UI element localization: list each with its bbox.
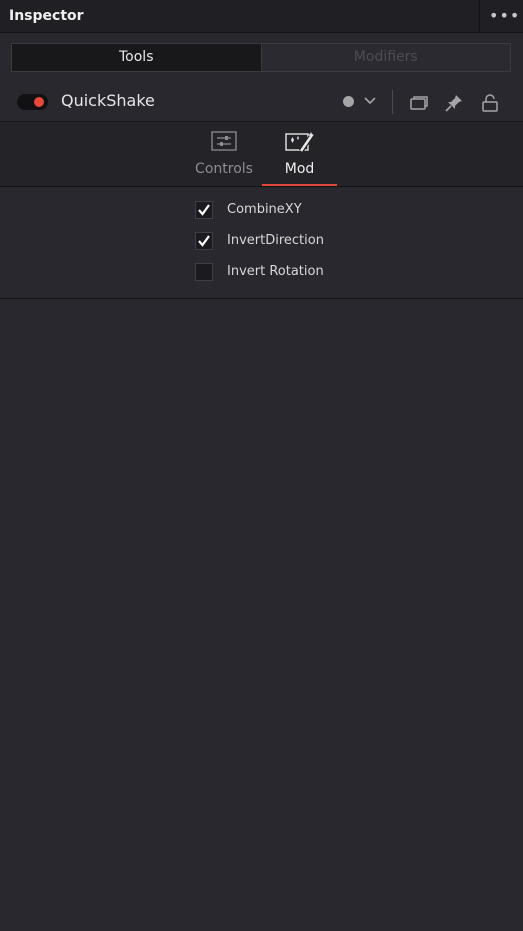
tab-mod[interactable]: Mod — [262, 122, 337, 186]
tab-controls[interactable]: Controls — [190, 122, 258, 186]
combinexy-checkbox[interactable] — [195, 201, 213, 219]
header-divider — [392, 90, 393, 114]
mod-controls: CombineXY InvertDirection Invert Rotatio… — [0, 188, 523, 298]
titlebar-divider — [479, 0, 480, 33]
divider-tabs — [0, 186, 523, 187]
chevron-down-icon[interactable] — [363, 94, 377, 108]
invert-rotation-checkbox[interactable] — [195, 263, 213, 281]
combinexy-label: CombineXY — [227, 202, 302, 217]
pin-icon[interactable] — [444, 93, 464, 113]
checkmark-icon — [198, 235, 210, 247]
invertdirection-checkbox[interactable] — [195, 232, 213, 250]
color-dot-icon[interactable] — [343, 96, 354, 107]
divider-bottom — [0, 298, 523, 299]
more-options-icon[interactable]: ••• — [489, 3, 519, 29]
tool-enable-toggle[interactable] — [17, 94, 48, 110]
tab-tools[interactable]: Tools — [12, 44, 262, 71]
toggle-knob — [34, 97, 44, 107]
checkmark-icon — [198, 204, 210, 216]
tab-modifiers[interactable]: Modifiers — [262, 44, 511, 71]
tool-name: QuickShake — [61, 91, 155, 110]
invert-rotation-label: Invert Rotation — [227, 264, 324, 279]
inspector-titlebar: Inspector ••• — [0, 0, 523, 33]
tab-controls-label: Controls — [195, 161, 253, 177]
mode-tabs: Tools Modifiers — [11, 43, 511, 72]
tab-mod-label: Mod — [284, 161, 315, 177]
panel-title: Inspector — [9, 8, 84, 24]
inspector-sub-tabs: Controls Mod — [0, 122, 523, 186]
tool-header: QuickShake — [0, 85, 523, 119]
magic-wand-icon — [284, 132, 314, 153]
sliders-icon — [211, 131, 237, 151]
versions-icon[interactable] — [409, 93, 429, 113]
lock-icon[interactable] — [480, 93, 500, 113]
invertdirection-label: InvertDirection — [227, 233, 324, 248]
